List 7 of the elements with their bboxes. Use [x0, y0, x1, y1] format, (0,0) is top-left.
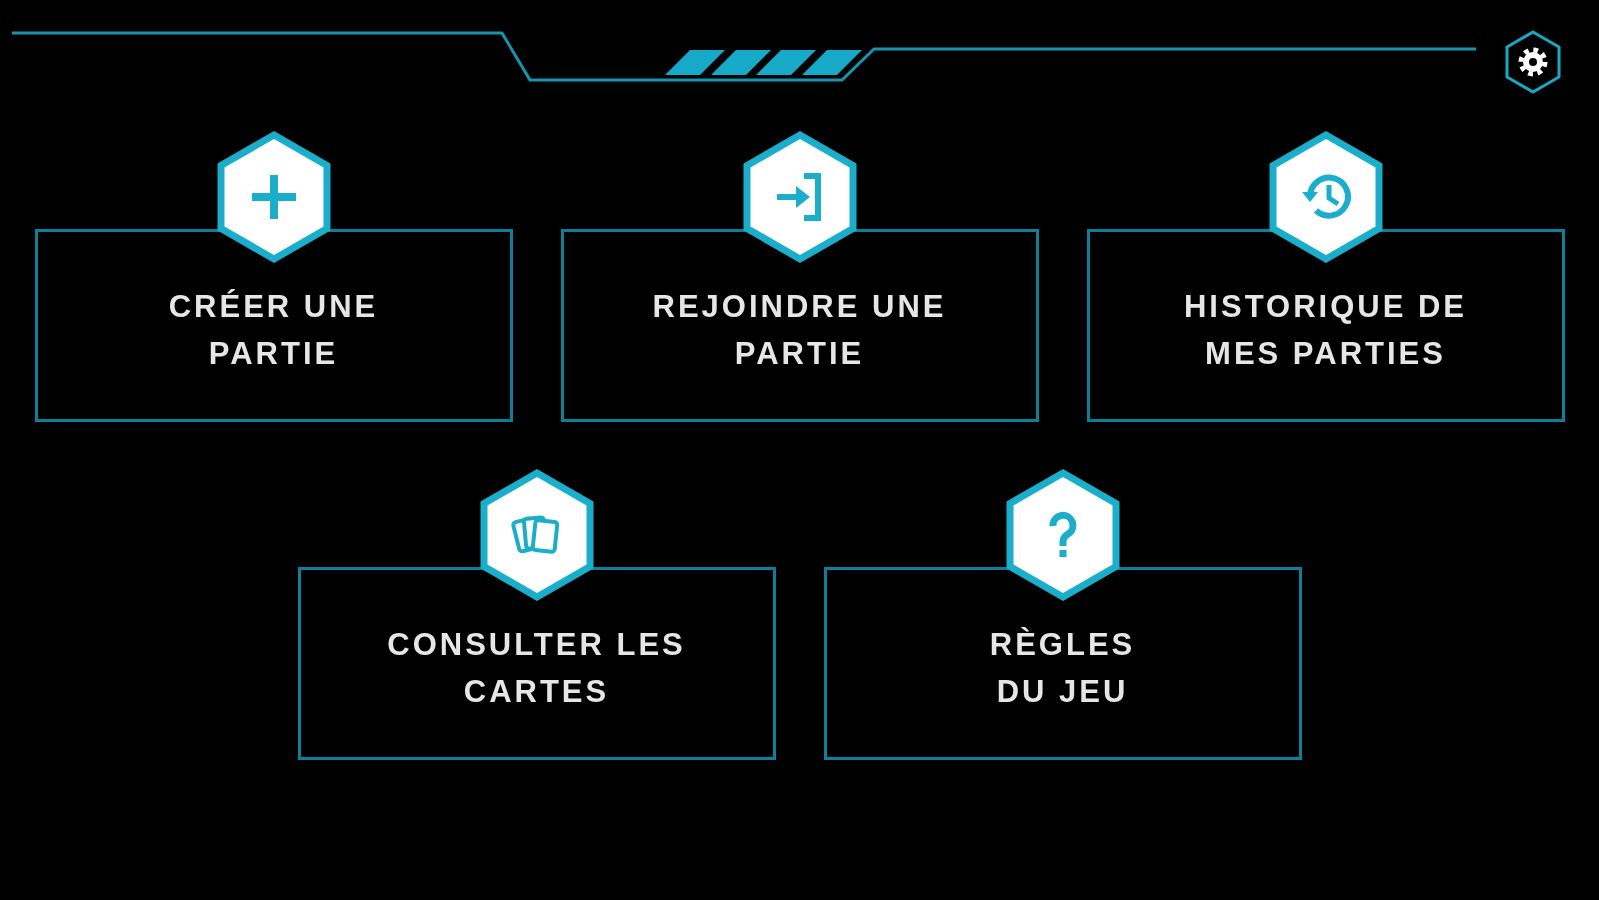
menu-button[interactable]: CRÉER UNE PARTIE — [34, 229, 513, 422]
menu-button[interactable]: CONSULTER LES CARTES — [297, 567, 776, 760]
menu-button[interactable]: RÈGLES DU JEU — [823, 567, 1302, 760]
settings-icon — [1504, 29, 1562, 95]
menu-button[interactable]: REJOINDRE UNE PARTIE — [560, 229, 1039, 422]
menu-button[interactable]: HISTORIQUE DE MES PARTIES — [1086, 229, 1565, 422]
settings-button[interactable] — [1504, 29, 1562, 95]
